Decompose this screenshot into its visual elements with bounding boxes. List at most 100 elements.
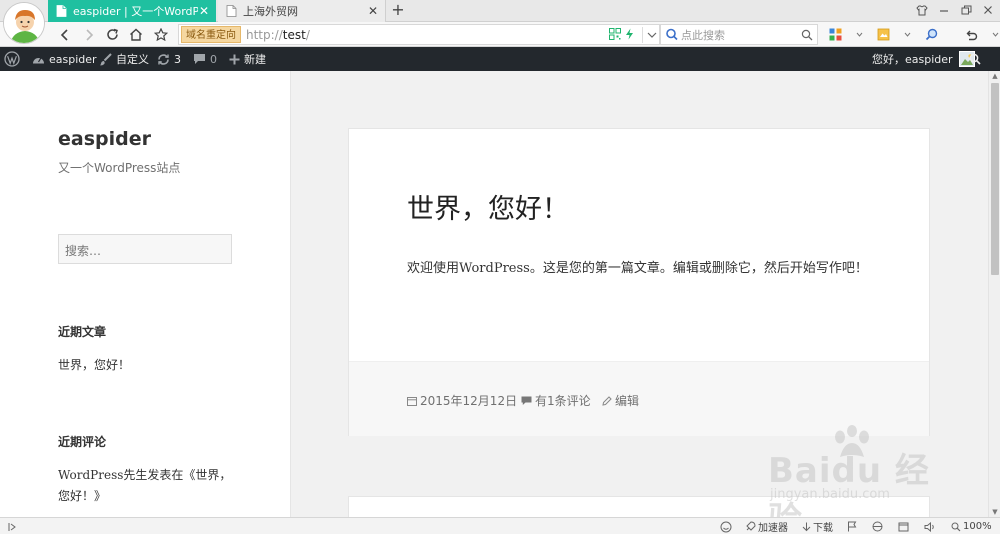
admin-new-link[interactable]: 新建	[229, 47, 266, 71]
tab-title: easpider | 又一个WordPress站	[73, 5, 198, 18]
scroll-up-icon[interactable]: ▲	[991, 72, 999, 80]
separator	[642, 27, 643, 43]
new-tab-button[interactable]: +	[390, 2, 406, 20]
wordpress-logo-icon[interactable]	[4, 47, 20, 71]
user-avatar[interactable]	[3, 2, 45, 44]
tab-easpider[interactable]: easpider | 又一个WordPress站 ✕	[48, 0, 216, 22]
chevron-down-icon[interactable]	[898, 26, 916, 43]
comment-connector: 发表在《	[147, 468, 196, 482]
tab-shanghai-trade[interactable]: 上海外贸网 ✕	[218, 0, 386, 22]
download-label: 下载	[813, 523, 833, 534]
browser-status-bar: 加速器 下载 100%	[0, 517, 1000, 534]
zoom-icon	[951, 522, 961, 531]
accelerator-button[interactable]: 加速器	[745, 520, 788, 534]
post-comments-link[interactable]: 有1条评论	[521, 392, 591, 409]
favorite-star-button[interactable]	[152, 26, 170, 43]
download-button[interactable]: 下载	[802, 520, 833, 534]
screenshot-icon[interactable]	[874, 26, 892, 43]
url-bar[interactable]: 域名重定向 http://test/	[178, 24, 660, 45]
post-body: 欢迎使用WordPress。这是您的第一篇文章。编辑或删除它，然后开始写作吧！	[407, 261, 868, 276]
post-article: 世界，您好！ 欢迎使用WordPress。这是您的第一篇文章。编辑或删除它，然后…	[348, 128, 930, 436]
close-tab-icon[interactable]: ✕	[367, 4, 379, 18]
scrollbar-thumb[interactable]	[991, 83, 999, 275]
rocket-icon	[746, 521, 756, 531]
site-title[interactable]: easpider	[58, 128, 151, 150]
qr-code-icon[interactable]	[609, 27, 621, 43]
address-toolbar: 域名重定向 http://test/ 点此搜索	[0, 22, 1000, 47]
admin-site-link[interactable]: easpider	[32, 47, 97, 71]
comment-author-link[interactable]: WordPress先生	[58, 468, 147, 482]
comment-icon	[521, 396, 532, 405]
dashboard-icon	[32, 54, 45, 65]
plus-icon	[229, 54, 240, 65]
brush-icon	[99, 52, 112, 66]
browser-ie-icon[interactable]	[872, 520, 883, 533]
chevron-down-icon[interactable]	[850, 26, 868, 43]
admin-greeting: 您好，easpider	[872, 53, 953, 66]
sidebar-toggle-icon[interactable]	[8, 520, 17, 533]
accelerator-label: 加速器	[758, 523, 788, 534]
flag-icon[interactable]	[847, 520, 857, 533]
apps-grid-icon[interactable]	[826, 26, 844, 43]
url-bar-icons	[609, 27, 657, 43]
admin-updates-link[interactable]: 3	[157, 47, 181, 71]
back-button[interactable]	[56, 26, 74, 43]
forward-button[interactable]	[80, 26, 98, 43]
updates-icon	[157, 53, 170, 66]
recent-comment-item: WordPress先生发表在《世界，您好！》	[58, 465, 238, 507]
watermark-url: jingyan.baidu.com	[770, 487, 890, 502]
zoom-control[interactable]: 100%	[951, 520, 992, 533]
url-text[interactable]: http://test/	[246, 28, 310, 42]
window-icon[interactable]	[898, 520, 909, 533]
post-comments-text: 有1条评论	[535, 394, 591, 408]
admin-site-name: easpider	[49, 52, 97, 66]
post-edit-text: 编辑	[615, 394, 640, 408]
page-icon	[226, 5, 237, 17]
admin-search-icon[interactable]	[969, 47, 981, 71]
vertical-scrollbar[interactable]: ▲ ▼	[988, 71, 1000, 517]
window-controls	[914, 3, 996, 17]
volume-icon[interactable]	[924, 520, 936, 533]
baidu-watermark: Baidu 经验 jingyan.baidu.com	[762, 425, 962, 534]
sidebar-search-input[interactable]: 搜索…	[58, 234, 232, 264]
tab-title: 上海外贸网	[243, 5, 298, 18]
admin-comments-link[interactable]: 0	[193, 47, 217, 71]
search-engine-icon[interactable]	[665, 28, 679, 41]
chevron-down-icon[interactable]	[647, 28, 657, 42]
page-icon	[56, 5, 67, 17]
zoom-magnifier-icon[interactable]	[922, 26, 940, 43]
comment-bubble-icon	[193, 53, 206, 65]
zoom-level: 100%	[963, 521, 992, 532]
minimize-icon[interactable]	[936, 3, 952, 17]
restore-icon[interactable]	[958, 3, 974, 17]
chevron-down-icon[interactable]	[986, 26, 1000, 43]
download-arrow-icon	[802, 522, 811, 531]
recent-post-link[interactable]: 世界，您好！	[58, 355, 238, 376]
admin-customize-link[interactable]: 自定义	[99, 47, 149, 71]
browser-tab-strip: easpider | 又一个WordPress站 ✕ 上海外贸网 ✕ +	[0, 0, 1000, 44]
reload-button[interactable]	[103, 26, 121, 43]
post-title[interactable]: 世界，您好！	[407, 187, 569, 226]
home-button[interactable]	[127, 26, 145, 43]
site-sidebar: easpider 又一个WordPress站点 搜索… 近期文章 世界，您好！ …	[0, 71, 291, 517]
close-tab-icon[interactable]: ✕	[198, 4, 210, 18]
pencil-icon	[602, 395, 612, 406]
post-edit-link[interactable]: 编辑	[602, 392, 639, 409]
skin-icon[interactable]	[914, 3, 930, 17]
admin-customize-label: 自定义	[116, 53, 149, 66]
search-input[interactable]: 点此搜索	[660, 24, 818, 45]
post-date[interactable]: 2015年12月12日	[407, 392, 517, 409]
admin-account-menu[interactable]: 您好，easpider	[872, 47, 975, 71]
recent-comments-heading: 近期评论	[58, 435, 107, 449]
emoji-icon[interactable]	[720, 520, 732, 533]
search-placeholder: 点此搜索	[681, 28, 725, 42]
search-icon[interactable]	[801, 29, 813, 41]
undo-icon[interactable]	[962, 26, 980, 43]
admin-comments-count: 0	[210, 52, 217, 66]
lightning-icon[interactable]	[625, 28, 634, 43]
scroll-down-icon[interactable]: ▼	[991, 508, 999, 516]
post-date-text: 2015年12月12日	[420, 394, 518, 408]
comment-end: 》	[94, 489, 107, 503]
close-window-icon[interactable]	[980, 3, 996, 17]
